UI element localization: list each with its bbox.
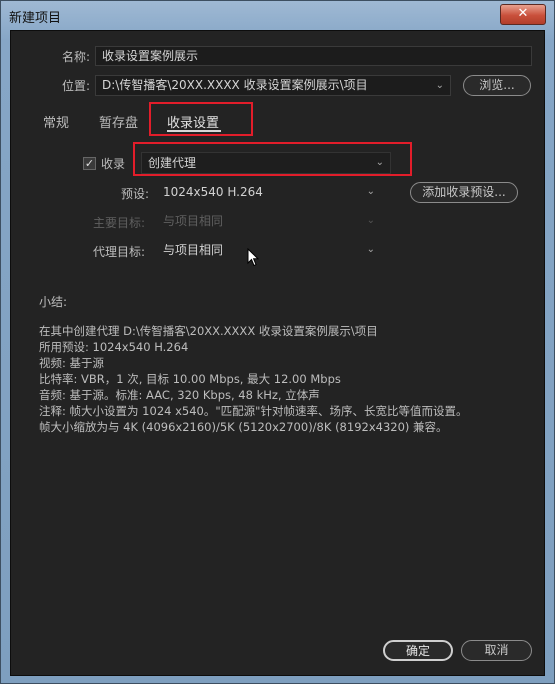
tab-general[interactable]: 常规 (43, 112, 69, 131)
primary-target-dropdown[interactable]: 与项目相同 ⌄ (157, 211, 381, 232)
close-button[interactable]: ✕ (500, 4, 546, 25)
summary-line: 在其中创建代理 D:\传智播客\20XX.XXXX 收录设置案例展示\项目 (39, 324, 378, 338)
cancel-button[interactable]: 取消 (461, 640, 532, 661)
preset-value: 1024x540 H.264 (163, 185, 263, 199)
proxy-target-value: 与项目相同 (163, 243, 224, 257)
dialog-content: 名称: 收录设置案例展示 位置: D:\传智播客\20XX.XXXX 收录设置案… (10, 30, 545, 676)
summary-line: 比特率: VBR，1 次, 目标 10.00 Mbps, 最大 12.00 Mb… (39, 372, 341, 386)
tab-scratch-disks[interactable]: 暂存盘 (99, 112, 138, 131)
preset-label: 预设: (121, 187, 150, 201)
ok-button[interactable]: 确定 (383, 640, 453, 661)
primary-target-label: 主要目标: (93, 216, 146, 230)
project-name-input[interactable]: 收录设置案例展示 (95, 46, 532, 66)
chevron-down-icon: ⌄ (366, 244, 375, 255)
ingest-checkbox[interactable]: ✓ (83, 157, 96, 170)
close-icon: ✕ (517, 6, 529, 21)
mouse-cursor-icon (247, 248, 259, 267)
summary-line: 帧大小缩放为与 4K (4096x2160)/5K (5120x2700)/8K… (39, 420, 448, 434)
location-value: D:\传智播客\20XX.XXXX 收录设置案例展示\项目 (102, 78, 368, 92)
summary-title: 小结: (39, 295, 68, 309)
location-dropdown[interactable]: D:\传智播客\20XX.XXXX 收录设置案例展示\项目 ⌄ (95, 75, 451, 96)
new-project-dialog: 新建项目 ✕ 名称: 收录设置案例展示 位置: D:\传智播客\20XX.XXX… (0, 0, 555, 684)
preset-dropdown[interactable]: 1024x540 H.264 ⌄ (157, 182, 381, 203)
name-label: 名称: (62, 50, 91, 64)
chevron-down-icon: ⌄ (366, 186, 375, 197)
primary-target-value: 与项目相同 (163, 214, 224, 228)
ingest-label: 收录 (101, 157, 126, 171)
ingest-highlight-box (133, 142, 412, 176)
summary-line: 所用预设: 1024x540 H.264 (39, 340, 189, 354)
tab-highlight-box (149, 102, 253, 136)
browse-button[interactable]: 浏览... (463, 75, 531, 96)
title-bar[interactable]: 新建项目 ✕ (1, 1, 554, 29)
chevron-down-icon: ⌄ (366, 215, 375, 226)
summary-line: 注释: 帧大小设置为 1024 x540。"匹配源"针对帧速率、场序、长宽比等值… (39, 404, 468, 418)
location-label: 位置: (62, 79, 91, 93)
chevron-down-icon: ⌄ (435, 80, 444, 91)
proxy-target-label: 代理目标: (93, 245, 146, 259)
summary-line: 音频: 基于源。标准: AAC, 320 Kbps, 48 kHz, 立体声 (39, 388, 320, 402)
checkmark-icon: ✓ (84, 157, 95, 170)
summary-line: 视频: 基于源 (39, 356, 105, 370)
dialog-title: 新建项目 (9, 11, 62, 26)
proxy-target-dropdown[interactable]: 与项目相同 ⌄ (157, 240, 381, 261)
add-ingest-preset-button[interactable]: 添加收录预设... (410, 182, 518, 203)
